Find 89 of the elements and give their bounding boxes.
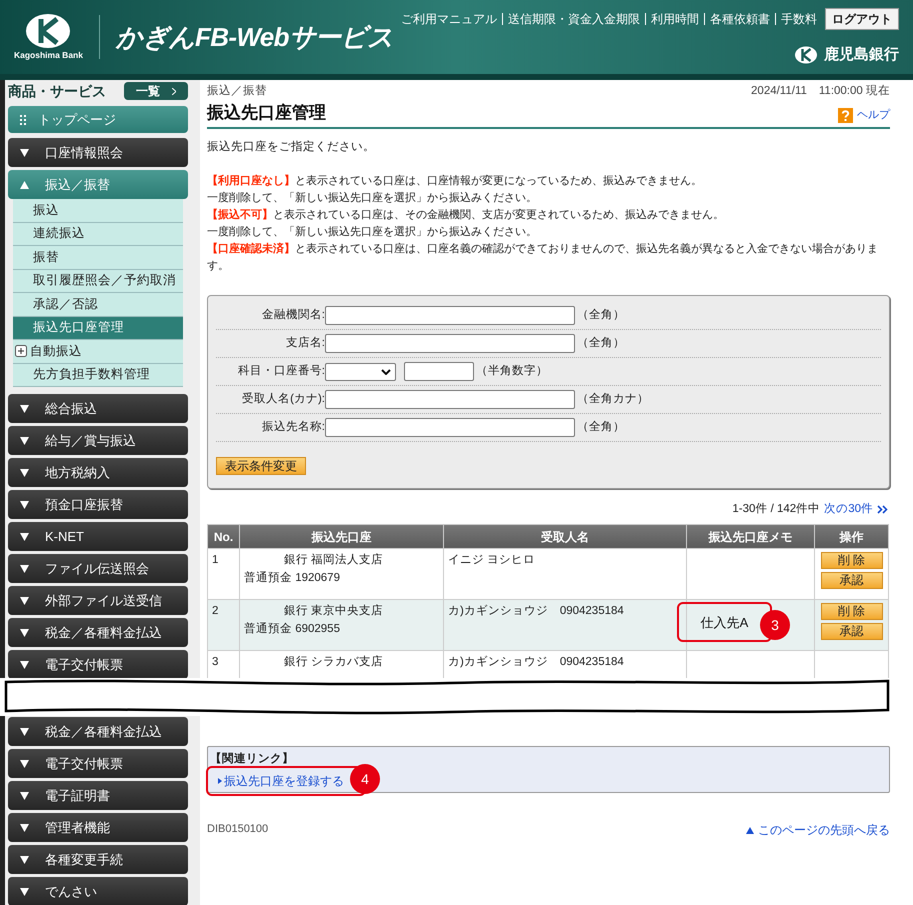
triangle-right-icon — [218, 778, 222, 784]
bank-logo-icon — [794, 46, 818, 64]
help-link[interactable]: ヘルプ — [838, 107, 890, 124]
filter-hint: （全角） — [577, 308, 625, 323]
bank-logo-icon — [25, 12, 72, 49]
filter-input[interactable] — [325, 306, 575, 325]
related-links-title: 【関連リンク】 — [210, 751, 295, 767]
sidebar-subitem[interactable]: 自動振込 — [13, 340, 183, 364]
sidebar-section[interactable]: 管理者機能 — [8, 813, 188, 842]
header-link[interactable]: 利用時間 — [651, 10, 699, 28]
column-header: 振込先口座 — [240, 524, 444, 549]
filter-label: 振込先名称: — [260, 420, 325, 435]
sidebar-section[interactable]: 振込／振替 — [8, 170, 188, 199]
header-link[interactable]: 各種依頼書 — [710, 10, 770, 28]
double-chevron-icon — [877, 505, 888, 514]
filter-apply-button[interactable]: 表示条件変更 — [216, 457, 306, 475]
sidebar-section[interactable]: 預金口座振替 — [8, 490, 188, 519]
chevron-down-icon — [381, 368, 391, 374]
sidebar-section[interactable]: ファイル伝送照会 — [8, 554, 188, 583]
triangle-up-icon — [746, 826, 754, 834]
column-header: No. — [208, 524, 240, 549]
notice-text: 一度削除して、「新しい振込先口座を選択」から振込みください。 — [207, 190, 538, 206]
filter-hint: （半角数字） — [476, 363, 548, 379]
notice-text: 一度削除して、「新しい振込先口座を選択」から振込みください。 — [207, 224, 538, 240]
sidebar-section[interactable]: 地方税納入 — [8, 458, 188, 487]
notice-text: 【振込不可】と表示されている口座は、その金融機関、支店が変更されているため、振込みできません。 — [207, 208, 725, 223]
account-number-field[interactable] — [404, 362, 474, 381]
sidebar-section[interactable]: 給与／賞与振込 — [8, 426, 188, 455]
pagination-summary: 1-30件 / 142件中 — [732, 502, 820, 517]
sidebar-subitem[interactable]: 連続振込 — [13, 222, 183, 246]
filter-hint: （全角カナ） — [577, 392, 649, 407]
sidebar-section[interactable]: K-NET — [8, 522, 188, 551]
sidebar-subitem[interactable]: 先方負担手数料管理 — [13, 364, 183, 387]
timestamp: 2024/11/11 11:00:00 現在 — [751, 84, 890, 99]
header-link[interactable]: 手数料 — [781, 10, 817, 28]
row-action-button[interactable]: 削 除 — [820, 603, 882, 620]
chevron-right-icon — [172, 88, 176, 94]
filter-hint: （全角） — [577, 420, 625, 435]
filter-label: 科目・口座番号: — [236, 364, 325, 379]
sidebar-section[interactable]: 税金／各種料金払込 — [8, 717, 188, 746]
filter-hint: （全角） — [577, 336, 625, 351]
page-title: 振込先口座管理 — [207, 102, 326, 124]
filter-label: 金融機関名: — [260, 308, 325, 323]
next-page-link[interactable]: 次の30件 — [824, 501, 888, 518]
sidebar-section[interactable]: 外部ファイル送受信 — [8, 586, 188, 615]
sidebar-section[interactable]: でんさい — [8, 877, 188, 905]
logout-button[interactable]: ログアウト — [825, 8, 899, 30]
back-to-top-link[interactable]: このページの先頭へ戻る — [746, 821, 890, 839]
header-link[interactable]: 送信期限・資金入金期限 — [508, 10, 640, 28]
filter-input[interactable] — [325, 418, 575, 437]
sidebar-section[interactable]: 口座情報照会 — [8, 138, 188, 167]
row-action-button[interactable]: 承認 — [820, 623, 882, 640]
grid-dots-icon — [20, 114, 26, 124]
breadcrumb: 振込／振替 — [207, 84, 267, 99]
plus-box-icon — [15, 345, 27, 358]
intro-text: 振込先口座をご指定ください。 — [207, 140, 376, 155]
row-action-button[interactable]: 承認 — [820, 572, 882, 590]
sidebar-section[interactable]: 電子交付帳票 — [8, 650, 188, 678]
subject-select[interactable] — [325, 362, 396, 380]
service-name: かぎんFB-Webサービス — [116, 20, 394, 54]
sidebar-section[interactable]: 電子証明書 — [8, 781, 188, 810]
memo-text: 仕入先A — [700, 614, 748, 632]
notice-text: 【口座確認未済】と表示されている口座は、口座名義の確認ができておりませんので、振込先名義が異なると入金できない場合があります。 — [207, 242, 879, 274]
sidebar-subitem[interactable]: 取引履歴照会／予約取消 — [13, 270, 183, 293]
sidebar-title: 商品・サービス — [8, 82, 106, 100]
filter-input[interactable] — [325, 334, 575, 353]
filter-label: 受取人名(カナ): — [241, 391, 325, 407]
filter-label: 支店名: — [284, 335, 325, 351]
sidebar-subitem[interactable]: 振込先口座管理 — [13, 316, 183, 340]
logo-caption: Kagoshima Bank — [14, 48, 83, 62]
sidebar-subitem[interactable]: 振込 — [13, 199, 183, 222]
list-button[interactable]: 一覧 — [124, 82, 188, 100]
question-icon — [838, 108, 853, 123]
header-link[interactable]: ご利用マニュアル — [401, 10, 497, 28]
sidebar-item[interactable]: トップページ — [8, 106, 188, 133]
column-header: 受取人名 — [444, 524, 686, 549]
notice-text: 【利用口座なし】と表示されている口座は、口座情報が変更になっているため、振込みできません。 — [207, 174, 703, 189]
sidebar-section[interactable]: 各種変更手続 — [8, 845, 188, 874]
sidebar-subitem[interactable]: 振替 — [13, 246, 183, 270]
screen-id: DIB0150100 — [207, 822, 268, 837]
column-header: 振込先口座メモ — [686, 524, 814, 549]
row-action-button[interactable]: 削 除 — [820, 552, 882, 570]
sidebar-section[interactable]: 総合振込 — [8, 394, 188, 423]
filter-input[interactable] — [325, 390, 575, 409]
sidebar-section[interactable]: 税金／各種料金払込 — [8, 618, 188, 647]
sidebar-section[interactable]: 電子交付帳票 — [8, 749, 188, 778]
bank-name: 鹿児島銀行 — [824, 44, 899, 64]
callout-number: 4 — [350, 764, 380, 794]
callout-number: 3 — [760, 610, 790, 640]
